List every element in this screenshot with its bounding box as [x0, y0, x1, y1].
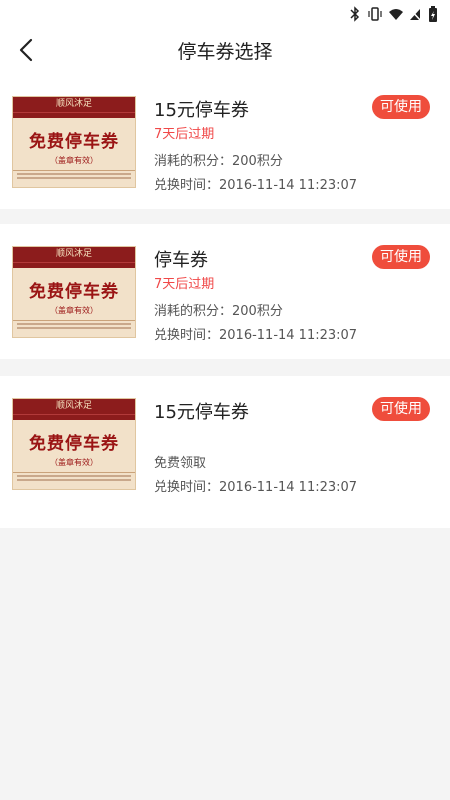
- coupon-name: 停车券: [154, 250, 208, 271]
- thumbnail-brand: 顺风沐足: [13, 97, 135, 112]
- coupon-card[interactable]: 顺风沐足 免费停车券 （盖章有效） 停车券 7天后过期 消耗的积分：200积分 …: [0, 224, 450, 359]
- chevron-left-icon: [18, 38, 34, 66]
- back-button[interactable]: [8, 34, 44, 70]
- status-badge[interactable]: 可使用: [372, 95, 430, 119]
- coupon-name: 15元停车券: [154, 402, 249, 423]
- coupon-name: 15元停车券: [154, 100, 249, 121]
- nav-bar: 停车券选择: [0, 30, 450, 74]
- thumbnail-note: （盖章有效）: [50, 458, 98, 467]
- status-bar: [0, 0, 450, 30]
- coupon-card[interactable]: 顺风沐足 免费停车券 （盖章有效） 15元停车券 免费领取 兑换时间：2016-…: [0, 376, 450, 528]
- bluetooth-icon: [348, 6, 362, 22]
- coupon-redeem-time: 兑换时间：2016-11-14 11:23:07: [154, 328, 358, 343]
- thumbnail-title: 免费停车券: [29, 282, 119, 302]
- no-sim-icon: [408, 6, 422, 22]
- thumbnail-note: （盖章有效）: [50, 306, 98, 315]
- coupon-card[interactable]: 顺风沐足 免费停车券 （盖章有效） 15元停车券 7天后过期 消耗的积分：200…: [0, 74, 450, 209]
- coupon-free-claim: 免费领取: [154, 456, 207, 471]
- coupon-expire: 7天后过期: [154, 277, 215, 292]
- thumbnail-title: 免费停车券: [29, 434, 119, 454]
- status-badge[interactable]: 可使用: [372, 245, 430, 269]
- coupon-thumbnail: 顺风沐足 免费停车券 （盖章有效）: [12, 398, 136, 490]
- coupon-thumbnail: 顺风沐足 免费停车券 （盖章有效）: [12, 96, 136, 188]
- coupon-expire: 7天后过期: [154, 127, 215, 142]
- wifi-icon: [388, 6, 403, 22]
- coupon-points: 消耗的积分：200积分: [154, 154, 283, 169]
- page-title: 停车券选择: [177, 41, 273, 63]
- vibrate-icon: [368, 6, 382, 22]
- thumbnail-title: 免费停车券: [29, 132, 119, 152]
- coupon-redeem-time: 兑换时间：2016-11-14 11:23:07: [154, 178, 358, 193]
- status-badge[interactable]: 可使用: [372, 397, 430, 421]
- thumbnail-note: （盖章有效）: [50, 156, 98, 165]
- thumbnail-brand: 顺风沐足: [13, 399, 135, 414]
- coupon-redeem-time: 兑换时间：2016-11-14 11:23:07: [154, 480, 358, 495]
- coupon-points: 消耗的积分：200积分: [154, 304, 283, 319]
- battery-icon: [428, 6, 442, 22]
- coupon-thumbnail: 顺风沐足 免费停车券 （盖章有效）: [12, 246, 136, 338]
- thumbnail-brand: 顺风沐足: [13, 247, 135, 262]
